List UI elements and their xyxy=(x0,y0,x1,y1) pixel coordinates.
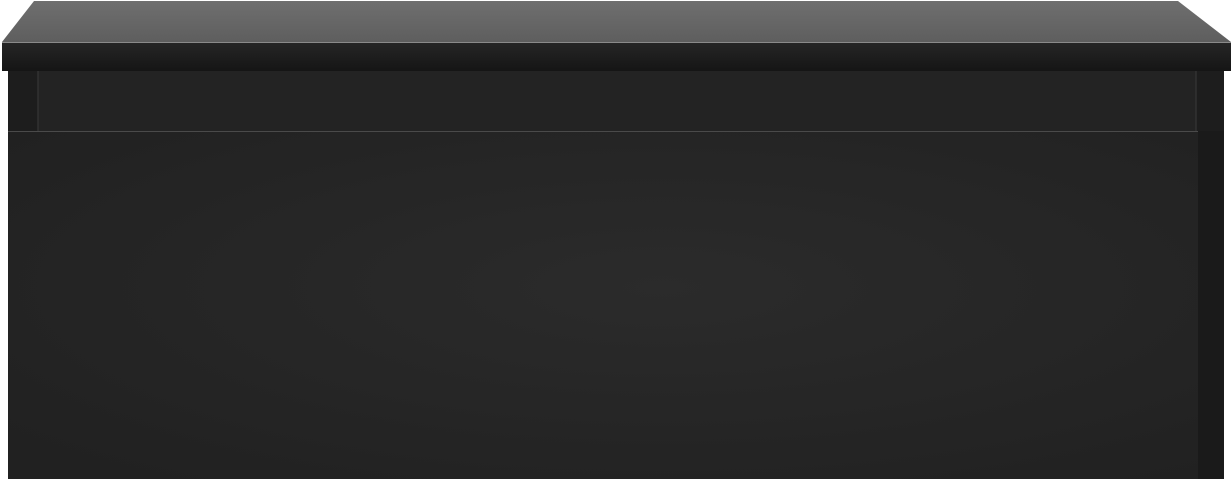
product-image xyxy=(0,0,1232,481)
cabinet-right-side xyxy=(1198,131,1224,479)
drawer-front xyxy=(8,131,1198,479)
drawer-recess xyxy=(38,71,1196,131)
countertop-top-surface xyxy=(2,1,1231,42)
countertop-front-edge xyxy=(2,42,1231,71)
drawer-unit-illustration xyxy=(2,1,1231,479)
